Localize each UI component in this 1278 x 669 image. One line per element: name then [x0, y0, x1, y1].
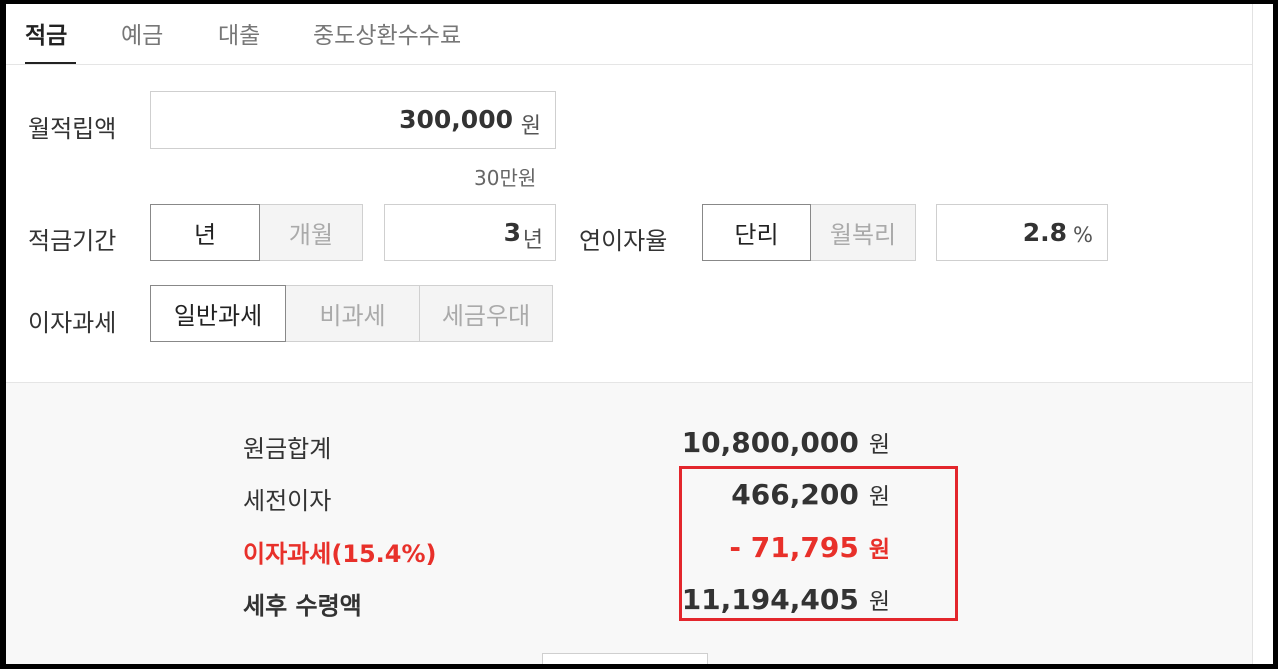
results-section: [6, 382, 1252, 664]
active-tab-indicator: [25, 62, 76, 64]
calculator-panel: 적금 예금 대출 중도상환수수료 월적립액 300,000 원 30만원 적금기…: [6, 4, 1252, 664]
tax-preferential-button[interactable]: 세금우대: [419, 285, 553, 342]
rate-value: 2.8: [1022, 218, 1067, 247]
tab-loan[interactable]: 대출: [218, 16, 260, 50]
tax-general-button[interactable]: 일반과세: [150, 285, 286, 342]
tax-label: 이자과세: [28, 309, 117, 337]
simple-interest-button[interactable]: 단리: [702, 204, 811, 261]
principal-total-amount: 10,800,000: [681, 426, 859, 459]
tab-prepayment-fee[interactable]: 중도상환수수료: [313, 16, 461, 50]
period-unit-year-button[interactable]: 년: [150, 204, 260, 261]
monthly-deposit-input[interactable]: 300,000 원: [150, 91, 556, 149]
right-panel-edge: [1252, 4, 1273, 664]
rate-unit: %: [1073, 223, 1093, 247]
monthly-deposit-value: 300,000: [399, 105, 513, 134]
rate-label: 연이자율: [579, 227, 668, 255]
monthly-deposit-unit: 원: [520, 114, 541, 139]
period-value: 3: [503, 218, 521, 247]
highlight-annotation-box: [679, 466, 958, 621]
period-unit: 년: [522, 228, 543, 253]
period-label: 적금기간: [28, 227, 117, 255]
monthly-compound-button[interactable]: 월복리: [810, 204, 916, 261]
calculator-tabs: 적금 예금 대출 중도상환수수료: [6, 4, 1252, 65]
after-tax-label: 세후 수령액: [243, 592, 362, 620]
tax-exempt-button[interactable]: 비과세: [285, 285, 420, 342]
principal-total-label: 원금합계: [243, 435, 332, 463]
period-unit-month-button[interactable]: 개월: [259, 204, 363, 261]
pretax-interest-label: 세전이자: [243, 487, 332, 515]
rate-input[interactable]: 2.8 %: [936, 204, 1108, 261]
period-input[interactable]: 3 년: [384, 204, 556, 261]
monthly-deposit-hint: 30만원: [474, 166, 537, 190]
monthly-deposit-label: 월적립액: [28, 115, 117, 143]
principal-total-unit: 원: [868, 432, 890, 458]
tab-savings[interactable]: 적금: [25, 16, 67, 50]
tab-deposit[interactable]: 예금: [121, 16, 163, 50]
bottom-action-button[interactable]: [542, 653, 708, 664]
principal-total-value: 10,800,000 원: [682, 425, 890, 459]
interest-tax-label: 이자과세(15.4%): [243, 540, 437, 568]
